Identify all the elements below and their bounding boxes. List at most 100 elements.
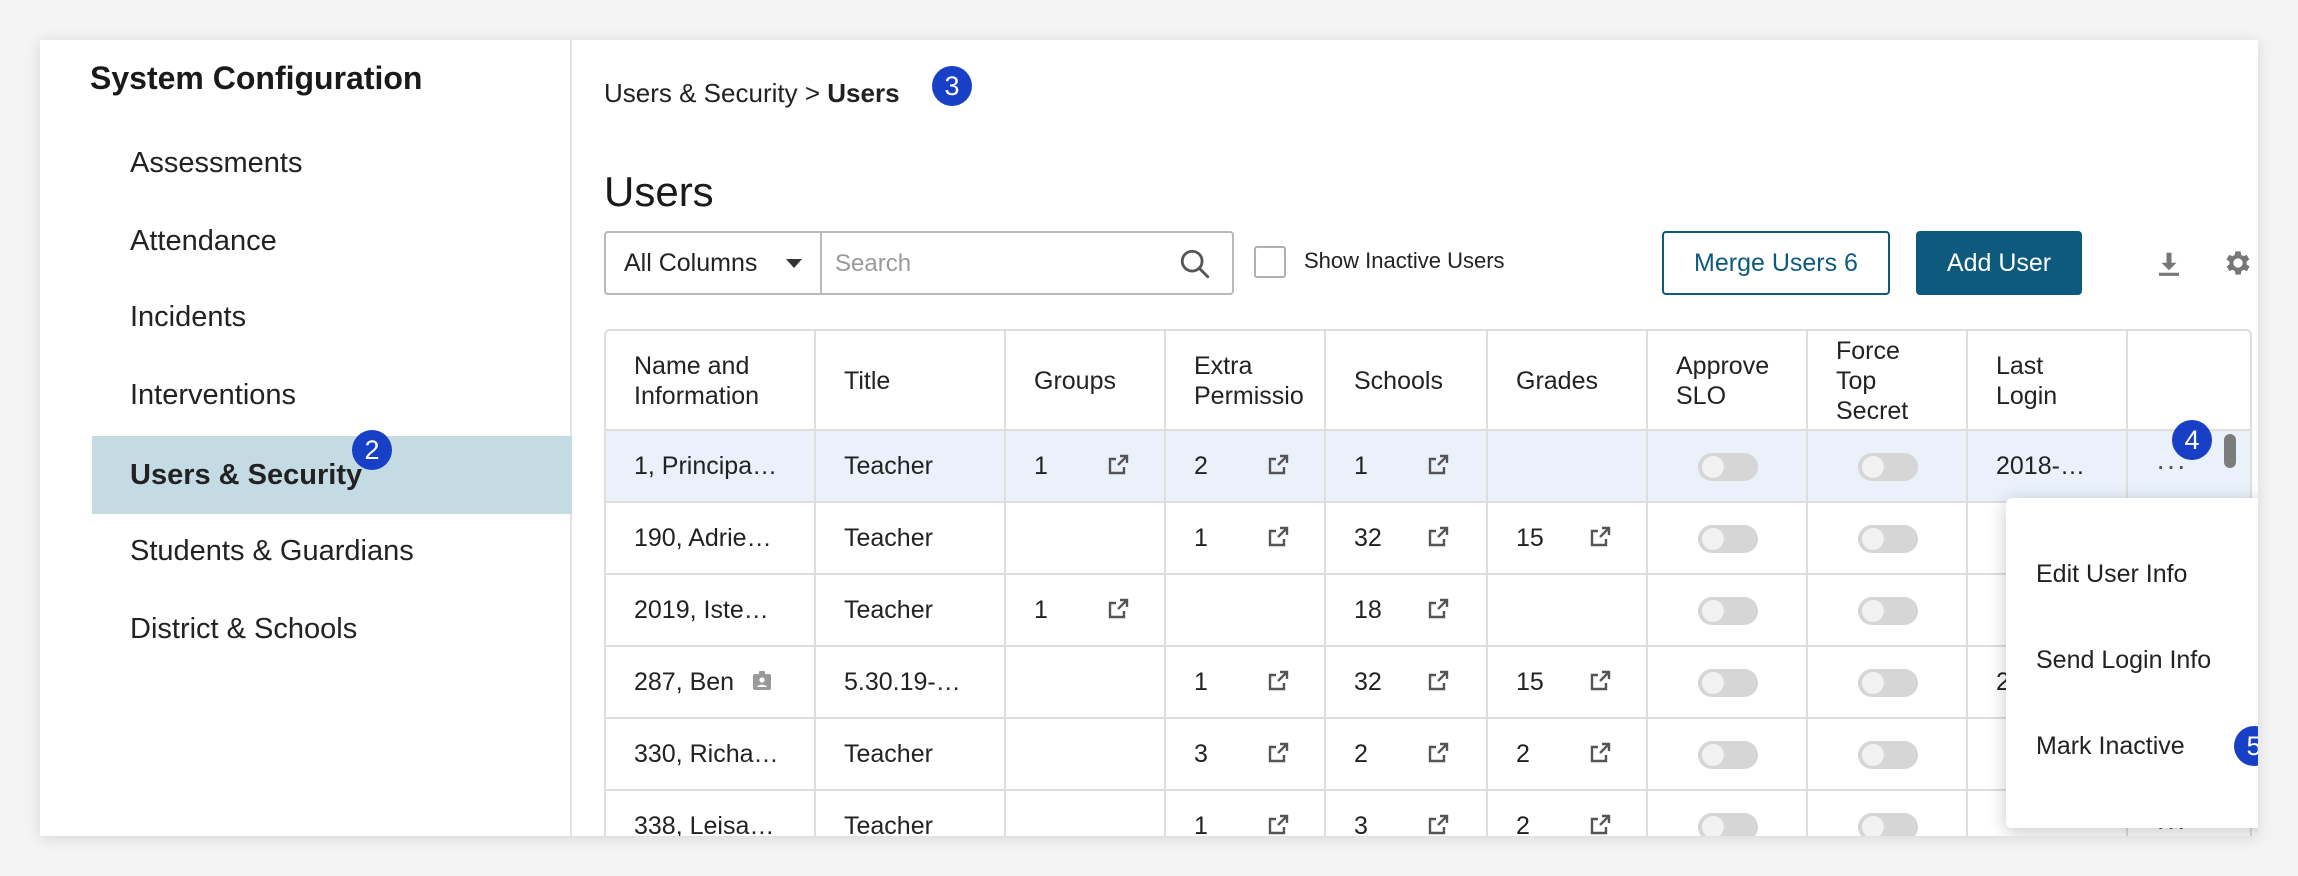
force-top-secret-toggle[interactable] [1858,597,1918,625]
external-link-icon[interactable] [1426,525,1450,549]
cell-extra [1166,575,1326,645]
cell-grades [1488,431,1648,501]
table-row[interactable]: 338, Leisa…Teacher132··· [606,791,2250,836]
approve-slo-toggle[interactable] [1698,741,1758,769]
show-inactive-checkbox[interactable] [1254,246,1286,278]
column-header-schools[interactable]: Schools [1326,331,1488,431]
external-link-icon[interactable] [1588,813,1612,836]
step-badge: 4 [2172,420,2212,460]
table-row[interactable]: 1, Principa… Teacher 1 2 1 2018-… ··· [606,431,2250,503]
external-link-icon[interactable] [1588,741,1612,765]
cell-text: Teacher [844,524,933,552]
search-input[interactable] [835,247,1155,281]
step-badge: 3 [932,66,972,106]
external-link-icon[interactable] [1266,813,1290,836]
step-badge: 2 [352,430,392,470]
force-top-secret-toggle[interactable] [1858,669,1918,697]
gear-icon[interactable] [2222,247,2254,279]
force-top-secret-toggle[interactable] [1858,741,1918,769]
external-link-icon[interactable] [1426,669,1450,693]
column-header-groups[interactable]: Groups [1006,331,1166,431]
cell-grades: 15 [1488,503,1648,573]
cell-title: 5.30.19-… [816,647,1006,717]
add-user-button[interactable]: Add User [1916,231,2082,295]
cell-text: Teacher [844,812,933,836]
table-header: Name and Information Title Groups Extra … [606,331,2250,431]
external-link-icon[interactable] [1426,453,1450,477]
force-top-secret-toggle[interactable] [1858,813,1918,836]
external-link-icon[interactable] [1426,597,1450,621]
merge-users-button[interactable]: Merge Users 6 [1662,231,1890,295]
cell-approve [1648,647,1808,717]
external-link-icon[interactable] [1588,525,1612,549]
cell-text[interactable]: 190, Adrie… [634,503,772,573]
sidebar-title: System Configuration [90,60,423,96]
menu-item-mark-inactive[interactable]: Mark Inactive [2006,716,2258,776]
cell-groups [1006,791,1166,836]
external-link-icon[interactable] [1426,741,1450,765]
column-header-force-top-secret[interactable]: Force Top Secret [1808,331,1968,431]
column-select[interactable]: All Columns [604,231,822,295]
table-row[interactable]: 2019, Iste… Teacher 1 18 [606,575,2250,647]
column-header-approve-slo[interactable]: Approve SLO [1648,331,1808,431]
cell-text[interactable]: 2019, Iste… [634,575,769,645]
external-link-icon[interactable] [1266,453,1290,477]
column-header-grades[interactable]: Grades [1488,331,1648,431]
column-header-title[interactable]: Title [816,331,1006,431]
cell-force [1808,647,1968,717]
cell-text: Teacher [844,596,933,624]
sidebar-item-attendance[interactable]: Attendance [92,202,572,280]
external-link-icon[interactable] [1106,453,1130,477]
cell-last_login: 2018-… [1968,431,2128,501]
cell-approve [1648,575,1808,645]
menu-item-send-login-info[interactable]: Send Login Info [2006,630,2258,690]
external-link-icon[interactable] [1588,669,1612,693]
cell-force [1808,503,1968,573]
cell-text[interactable]: 338, Leisa… [634,791,774,836]
id-badge-icon [753,670,772,690]
cell-text: 2 [1516,740,1530,768]
search-icon[interactable] [1178,247,1212,281]
external-link-icon[interactable] [1266,741,1290,765]
sidebar-item-district-schools[interactable]: District & Schools [92,590,572,668]
cell-text[interactable]: 1, Principa… [634,431,777,501]
external-link-icon[interactable] [1426,813,1450,836]
cell-groups: 1 [1006,575,1166,645]
approve-slo-toggle[interactable] [1698,597,1758,625]
approve-slo-toggle[interactable] [1698,525,1758,553]
sidebar-item-incidents[interactable]: Incidents [92,278,572,356]
menu-item-edit-user-info[interactable]: Edit User Info [2006,544,2258,604]
download-icon[interactable] [2154,249,2184,279]
sidebar-item-assessments[interactable]: Assessments [92,124,572,202]
column-header-last-login[interactable]: Last Login [1968,331,2128,431]
cell-extra: 2 [1166,431,1326,501]
cell-name: 2019, Iste… [606,575,816,645]
column-header-name[interactable]: Name and Information [606,331,816,431]
sidebar-item-interventions[interactable]: Interventions [92,356,572,434]
cell-text[interactable]: 330, Richa… [634,719,779,789]
table-row[interactable]: 190, Adrie… Teacher 1 32 15 [606,503,2250,575]
external-link-icon[interactable] [1266,525,1290,549]
cell-name: 287, Ben [606,647,816,717]
column-select-value: All Columns [624,249,758,277]
cell-extra: 1 [1166,647,1326,717]
table-row[interactable]: 287, Ben 5.30.19-… 1 32 15 2 [606,647,2250,719]
external-link-icon[interactable] [1106,597,1130,621]
breadcrumb-parent[interactable]: Users & Security [604,78,798,108]
cell-text[interactable]: 287, Ben [634,647,734,717]
sidebar-item-users-security[interactable]: Users & Security [92,436,572,514]
force-top-secret-toggle[interactable] [1858,453,1918,481]
column-header-extra-permissions[interactable]: Extra Permissio [1166,331,1326,431]
approve-slo-toggle[interactable] [1698,453,1758,481]
table-row[interactable]: 330, Richa… Teacher 3 2 2 [606,719,2250,791]
sidebar-item-students-guardians[interactable]: Students & Guardians [92,512,572,590]
table-scrollbar[interactable] [2224,434,2236,468]
approve-slo-toggle[interactable] [1698,813,1758,836]
breadcrumb: Users & Security > Users [604,70,900,116]
force-top-secret-toggle[interactable] [1858,525,1918,553]
cell-text: 32 [1354,668,1382,696]
external-link-icon[interactable] [1266,669,1290,693]
approve-slo-toggle[interactable] [1698,669,1758,697]
cell-schools: 1 [1326,431,1488,501]
cell-schools: 3 [1326,791,1488,836]
